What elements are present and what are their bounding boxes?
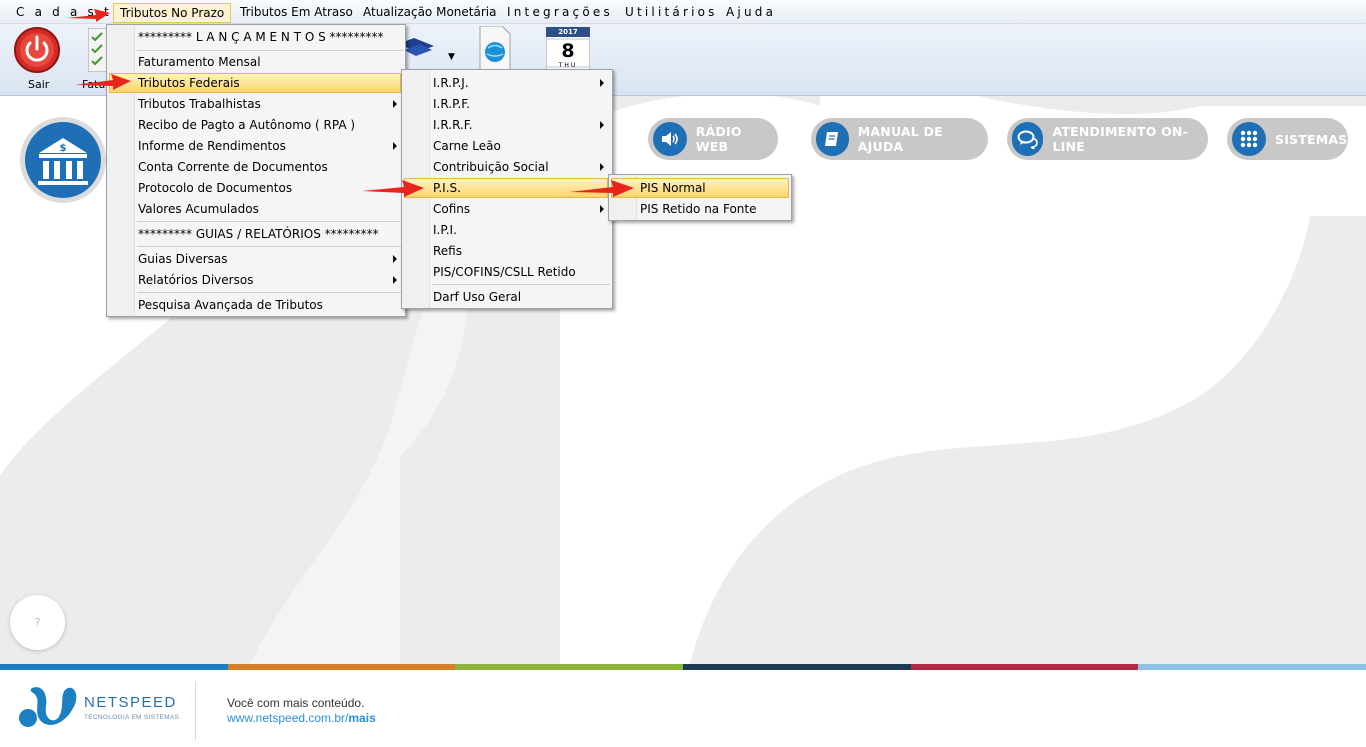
menu-item-pesquisa-avancada[interactable]: Pesquisa Avançada de Tributos xyxy=(138,295,323,315)
footer-link[interactable]: www.netspeed.com.br/mais xyxy=(227,711,376,725)
footer-url-prefix: www.netspeed.com.br/ xyxy=(227,711,349,725)
menu-gutter xyxy=(107,25,135,316)
menu-separator xyxy=(432,284,610,285)
menu-bar: C a d a s t Tributos No Prazo Tributos E… xyxy=(0,0,1366,24)
menu-item-cofins[interactable]: Cofins xyxy=(433,199,470,219)
menu-item-darf-uso-geral[interactable]: Darf Uso Geral xyxy=(433,287,521,307)
footer-divider xyxy=(195,682,196,740)
menu-item-recibo-rpa[interactable]: Recibo de Pagto a Autônomo ( RPA ) xyxy=(138,115,355,135)
menu-item-carne-leao[interactable]: Carne Leão xyxy=(433,136,501,156)
menu-atualizacao-monetaria[interactable]: Atualização Monetária xyxy=(363,5,496,19)
menu-separator xyxy=(137,221,403,222)
submenu-arrow-icon xyxy=(393,255,397,263)
svg-text:$: $ xyxy=(60,143,67,154)
menu-tributos-em-atraso[interactable]: Tributos Em Atraso xyxy=(240,5,353,19)
submenu-arrow-icon xyxy=(600,79,604,87)
menu-item-faturamento-mensal[interactable]: Faturamento Mensal xyxy=(138,52,261,72)
submenu-arrow-icon xyxy=(393,100,397,108)
menu-utilitarios[interactable]: Utilitários xyxy=(625,5,718,19)
atendimento-online-button[interactable]: ATENDIMENTO ON-LINE xyxy=(1007,118,1208,160)
calendar-button[interactable]: 2017 8 THU xyxy=(545,26,591,74)
speaker-icon xyxy=(661,132,678,146)
menu-item-relatorios-diversos[interactable]: Relatórios Diversos xyxy=(138,270,253,290)
sair-button[interactable] xyxy=(13,26,61,77)
menu-separator xyxy=(137,50,403,51)
menu-cadastros[interactable]: C a d a s t xyxy=(16,5,112,19)
menu-item-pis-cofins-csll[interactable]: PIS/COFINS/CSLL Retido xyxy=(433,262,576,282)
pis-submenu: PIS Normal PIS Retido na Fonte xyxy=(608,174,792,221)
menu-item-guias-diversas[interactable]: Guias Diversas xyxy=(138,249,228,269)
sistemas-button[interactable]: SISTEMAS xyxy=(1227,118,1348,160)
menu-item-ipi[interactable]: I.P.I. xyxy=(433,220,457,240)
menu-item-refis[interactable]: Refis xyxy=(433,241,462,261)
bank-icon: $ xyxy=(38,138,88,185)
menu-separator xyxy=(137,246,403,247)
manual-ajuda-label: MANUAL DE AJUDA xyxy=(857,124,943,154)
submenu-arrow-icon xyxy=(600,205,604,213)
calendar-year: 2017 xyxy=(558,28,578,36)
menu-header-lancamentos: ********* L A N Ç A M E N T O S ********… xyxy=(138,30,384,44)
menu-item-contribuicao-social[interactable]: Contribuição Social xyxy=(433,157,549,177)
book-icon xyxy=(825,132,839,146)
submenu-arrow-icon xyxy=(600,163,604,171)
submenu-arrow-icon xyxy=(393,142,397,150)
submenu-arrow-icon xyxy=(600,121,604,129)
calendar-day: 8 xyxy=(561,40,575,62)
dropdown-arrow-icon[interactable]: ▼ xyxy=(448,52,455,62)
menu-item-conta-corrente[interactable]: Conta Corrente de Documentos xyxy=(138,157,328,177)
bank-circle[interactable]: $ xyxy=(20,117,106,203)
radio-web-button[interactable]: RÁDIO WEB xyxy=(648,118,778,160)
menu-item-irrf[interactable]: I.R.R.F. xyxy=(433,115,473,135)
tributos-federais-submenu: I.R.P.J. I.R.P.F. I.R.R.F. Carne Leão Co… xyxy=(401,69,613,309)
footer: NETSPEED TECNOLOGIA EM SISTEMAS Você com… xyxy=(0,670,1366,747)
checklist-icon xyxy=(87,27,109,73)
footer-message: Você com mais conteúdo. xyxy=(227,696,365,710)
menu-item-irpf[interactable]: I.R.P.F. xyxy=(433,94,470,114)
menu-item-protocolo[interactable]: Protocolo de Documentos xyxy=(138,178,292,198)
chat-icon xyxy=(1017,130,1038,149)
netspeed-logo-icon xyxy=(19,687,77,727)
menu-ajuda[interactable]: Ajuda xyxy=(726,5,776,19)
footer-tagline: TECNOLOGIA EM SISTEMAS xyxy=(84,714,180,721)
menu-item-pis-retido-fonte[interactable]: PIS Retido na Fonte xyxy=(640,199,756,219)
submenu-arrow-icon xyxy=(393,276,397,284)
menu-item-tributos-trabalhistas[interactable]: Tributos Trabalhistas xyxy=(138,94,261,114)
footer-url-bold: mais xyxy=(348,711,376,725)
globe-document-icon xyxy=(479,25,511,71)
menu-item-tributos-federais[interactable]: Tributos Federais xyxy=(138,73,240,93)
menu-header-guias: ********* GUIAS / RELATÓRIOS ********* xyxy=(138,227,379,241)
menu-item-informe-rendimentos[interactable]: Informe de Rendimentos xyxy=(138,136,286,156)
menu-item-irpj[interactable]: I.R.P.J. xyxy=(433,73,469,93)
menu-tributos-no-prazo[interactable]: Tributos No Prazo xyxy=(113,3,232,23)
internet-button[interactable] xyxy=(478,25,512,73)
manual-ajuda-button[interactable]: MANUAL DE AJUDA xyxy=(811,118,988,160)
menu-separator xyxy=(137,292,403,293)
menu-item-pis-normal[interactable]: PIS Normal xyxy=(640,178,706,198)
help-bubble[interactable]: ? xyxy=(10,595,65,650)
help-question-icon: ? xyxy=(34,616,41,629)
faturamento-button[interactable] xyxy=(87,27,109,75)
sair-label: Sair xyxy=(28,78,50,91)
footer-brand: NETSPEED xyxy=(84,694,177,711)
menu-item-pis[interactable]: P.I.S. xyxy=(433,178,461,198)
menu-item-valores-acumulados[interactable]: Valores Acumulados xyxy=(138,199,259,219)
tributos-no-prazo-menu: ********* L A N Ç A M E N T O S ********… xyxy=(106,24,406,317)
grid-icon xyxy=(1240,130,1258,148)
atendimento-online-label: ATENDIMENTO ON-LINE xyxy=(1052,124,1188,154)
sistemas-label: SISTEMAS xyxy=(1275,131,1348,147)
menu-integracoes[interactable]: Integrações xyxy=(507,5,613,19)
power-icon xyxy=(14,27,60,73)
radio-web-label: RÁDIO WEB xyxy=(695,124,742,154)
